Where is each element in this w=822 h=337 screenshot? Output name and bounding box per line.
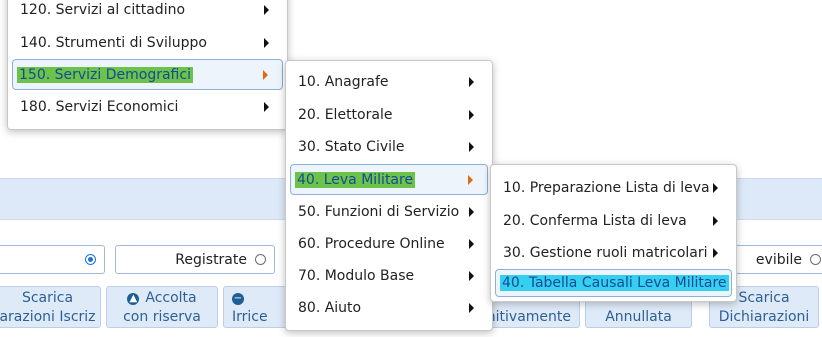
submenu-arrow-icon — [469, 206, 474, 217]
submenu-arrow-icon — [468, 174, 473, 185]
submenu-arrow-icon — [469, 302, 474, 313]
menu-item-label: 60. Procedure Online — [298, 235, 445, 252]
menu-item-label: 30. Stato Civile — [298, 138, 405, 155]
submenu-arrow-icon — [469, 76, 474, 87]
menu-item-label: 150. Servizi Demografici — [17, 66, 193, 83]
filter-option-registrate[interactable]: Registrate — [115, 245, 275, 274]
submenu-arrow-icon — [713, 182, 718, 193]
submenu-arrow-icon — [264, 4, 269, 15]
filter-label-registrate: Registrate — [175, 251, 247, 268]
minus-circle-icon: − — [232, 293, 244, 305]
menu-item-label: 40. Leva Militare — [295, 171, 416, 188]
submenu-arrow-icon — [713, 247, 718, 258]
menu-item-funzioni-servizio[interactable]: 50. Funzioni di Servizio — [290, 196, 488, 227]
irrice-label: Irrice — [232, 309, 268, 325]
menu-item-label: 120. Servizi al cittadino — [20, 1, 186, 18]
menu-item-tabella-causali[interactable]: 40. Tabella Causali Leva Militare — [495, 269, 732, 297]
menu-item-label: 30. Gestione ruoli matricolari — [503, 244, 708, 261]
menu-item-label: 140. Strumenti di Sviluppo — [20, 34, 207, 51]
menu-item-strumenti-sviluppo[interactable]: 140. Strumenti di Sviluppo — [12, 27, 283, 58]
submenu-arrow-icon — [469, 238, 474, 249]
submenu-arrow-icon — [469, 109, 474, 120]
radio-revibile-icon[interactable] — [810, 254, 821, 265]
accolta-con-riserva-button[interactable]: ▲ Accolta con riserva — [106, 286, 218, 328]
menu-item-modulo-base[interactable]: 70. Modulo Base — [290, 260, 488, 291]
menu-level3: 10. Preparazione Lista di leva 20. Confe… — [490, 164, 737, 302]
annullata-label: Annullata — [605, 309, 672, 325]
scarica-iscriz-line2: arazioni Iscriz — [0, 309, 96, 325]
menu-item-stato-civile[interactable]: 30. Stato Civile — [290, 131, 488, 162]
menu-item-procedure-online[interactable]: 60. Procedure Online — [290, 228, 488, 259]
menu-item-servizi-economici[interactable]: 180. Servizi Economici — [12, 91, 283, 122]
submenu-arrow-icon — [264, 101, 269, 112]
menu-item-label: 10. Anagrafe — [298, 73, 389, 90]
menu-item-anagrafe[interactable]: 10. Anagrafe — [290, 66, 488, 97]
menu-item-label: 70. Modulo Base — [298, 267, 415, 284]
menu-item-servizi-cittadino[interactable]: 120. Servizi al cittadino — [12, 0, 283, 25]
menu-level1: 120. Servizi al cittadino 140. Strumenti… — [7, 0, 288, 130]
menu-item-preparazione-lista[interactable]: 10. Preparazione Lista di leva — [495, 172, 732, 203]
menu-item-label: 10. Preparazione Lista di leva — [503, 179, 710, 196]
submenu-arrow-icon — [264, 37, 269, 48]
submenu-arrow-icon — [713, 215, 718, 226]
scarica-iscrizioni-button[interactable]: Scarica arazioni Iscriz — [0, 286, 101, 328]
menu-item-label: 180. Servizi Economici — [20, 98, 179, 115]
menu-level2: 10. Anagrafe 20. Elettorale 30. Stato Ci… — [285, 60, 493, 331]
accolta-line1: Accolta — [145, 290, 197, 306]
radio-registrate-icon[interactable] — [255, 254, 266, 265]
menu-item-leva-militare[interactable]: 40. Leva Militare — [290, 164, 488, 195]
menu-item-conferma-lista[interactable]: 20. Conferma Lista di leva — [495, 205, 732, 236]
scarica-dich-line2: Dichiarazioni — [718, 309, 810, 325]
menu-item-label: 50. Funzioni di Servizio — [298, 203, 460, 220]
menu-item-servizi-demografici[interactable]: 150. Servizi Demografici — [12, 59, 283, 90]
submenu-arrow-icon — [263, 69, 268, 80]
radio-selected-icon[interactable] — [85, 254, 96, 265]
menu-item-gestione-ruoli[interactable]: 30. Gestione ruoli matricolari — [495, 237, 732, 268]
accolta-line2: con riserva — [123, 309, 201, 325]
submenu-arrow-icon — [469, 141, 474, 152]
menu-item-label: 20. Elettorale — [298, 106, 393, 123]
filter-label-revibile: evibile — [755, 251, 802, 268]
scarica-iscriz-line1: Scarica — [21, 290, 74, 306]
menu-item-label: 40. Tabella Causali Leva Militare — [500, 275, 729, 291]
arrow-up-circle-icon: ▲ — [127, 293, 140, 305]
menu-item-label: 80. Aiuto — [298, 299, 362, 316]
menu-item-aiuto[interactable]: 80. Aiuto — [290, 292, 488, 323]
filter-option-left[interactable] — [0, 245, 105, 274]
irricevibile-button[interactable]: − Irrice — [223, 286, 293, 328]
menu-item-elettorale[interactable]: 20. Elettorale — [290, 99, 488, 130]
menu-item-label: 20. Conferma Lista di leva — [503, 212, 687, 229]
submenu-arrow-icon — [469, 270, 474, 281]
